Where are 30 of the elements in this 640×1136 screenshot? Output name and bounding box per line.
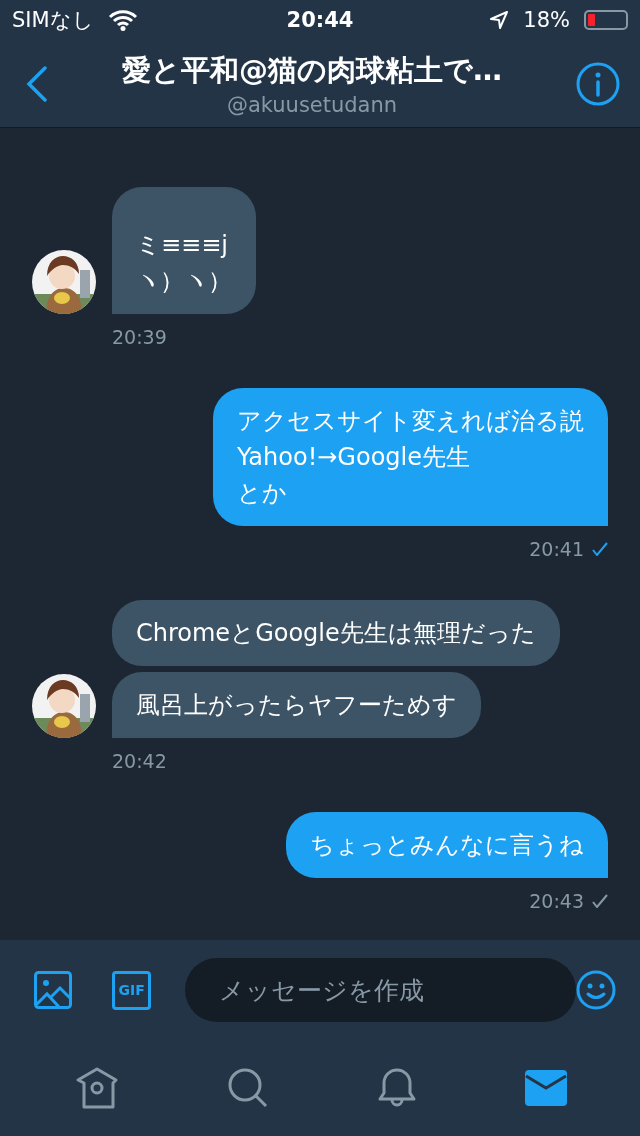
message-text: ヽ）ヽ） (136, 266, 232, 297)
search-icon (226, 1067, 269, 1109)
message-field[interactable]: メッセージを作成 (185, 958, 576, 1022)
tab-button[interactable] (524, 1070, 567, 1106)
image-button[interactable] (34, 971, 72, 1009)
back-button[interactable] (26, 65, 48, 102)
battery-icon (584, 10, 628, 30)
message-text: ChromeとGoogle先生は無理だった (136, 618, 536, 649)
message-time: 20:41 (529, 538, 584, 560)
message-text: Yahoo!→Google先生 (237, 442, 471, 473)
message-time: 20:42 (112, 750, 167, 772)
message-text: とか (237, 478, 288, 509)
wifi-icon (107, 9, 138, 31)
message-text: ミ≡≡≡j (136, 230, 229, 261)
message-text: ちょっとみんなに言うね (310, 830, 584, 861)
clock: 20:44 (286, 8, 354, 32)
battery-percent: 18% (523, 8, 570, 32)
emoji-button[interactable] (576, 970, 616, 1010)
envelope-icon (524, 1070, 567, 1106)
carrier-label: SIMなし (12, 7, 94, 34)
message-text: 風呂上がったらヤフーためす (136, 690, 457, 721)
location-icon (489, 10, 510, 30)
conversation-title: 愛と平和@猫の肉球粘土で… (122, 51, 502, 89)
user-handle: @akuusetudann (226, 92, 398, 117)
info-button[interactable] (576, 61, 620, 106)
gif-button[interactable]: GIF (112, 970, 152, 1010)
message-text: アクセスサイト変えれば治る説 (237, 406, 584, 437)
message-time: 20:43 (529, 890, 584, 912)
message-time: 20:39 (112, 326, 167, 348)
tab-button[interactable] (226, 1067, 269, 1109)
